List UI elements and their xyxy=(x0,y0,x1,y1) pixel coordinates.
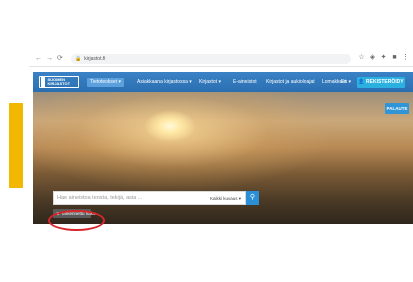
search-placeholder: Hae aineistoa teosta, tekijä, asia ... xyxy=(57,195,143,201)
search-button[interactable]: ⚲ xyxy=(246,191,259,205)
feedback-button[interactable]: PALAUTE xyxy=(385,103,409,114)
search-input[interactable]: Hae aineistoa teosta, tekijä, asia ... K… xyxy=(53,191,246,205)
yellow-bar xyxy=(9,103,23,188)
logo-text: SUOMEN KIRJASTOT xyxy=(47,77,71,86)
register-label: REKISTERÖIDY xyxy=(366,79,404,85)
website: SUOMEN KIRJASTOT Tietoteokset ▾ Asiakkaa… xyxy=(33,72,413,224)
language-selector[interactable]: En ▾ xyxy=(341,78,351,87)
reload-icon[interactable]: ⟳ xyxy=(57,54,63,63)
nav-item-kirjastot[interactable]: Kirjastot ▾ xyxy=(199,78,221,87)
lock-icon: 🔒 xyxy=(75,56,82,62)
nav-item-asiakkaana[interactable]: Asiakkaana kirjastossa ▾ xyxy=(137,78,192,87)
star-icon[interactable]: ☆ xyxy=(357,53,366,62)
nav-item-aukioloajat[interactable]: Kirjastot ja aukioloajat xyxy=(266,78,315,87)
extension-icon[interactable]: ◈ xyxy=(368,53,377,62)
back-arrow-icon[interactable]: ← xyxy=(35,54,42,63)
menu-icon[interactable]: ⋮ xyxy=(401,53,410,62)
top-navigation: SUOMEN KIRJASTOT Tietoteokset ▾ Asiakkaa… xyxy=(33,72,413,92)
nav-item-tietoteokset[interactable]: Tietoteokset ▾ xyxy=(87,78,124,87)
bookmark-icon[interactable]: ■ xyxy=(390,53,399,62)
browser-toolbar: ← → ⟳ 🔒 kirjastot.fi ☆ ◈ ✦ ■ ⋮ xyxy=(29,51,413,67)
url-text: kirjastot.fi xyxy=(84,56,106,62)
puzzle-icon[interactable]: ✦ xyxy=(379,53,388,62)
forward-arrow-icon[interactable]: → xyxy=(46,54,53,63)
logo-mark xyxy=(41,77,46,87)
search-icon: ⚲ xyxy=(249,194,256,201)
search-scope-select[interactable]: Kaikki kuvaus ▾ xyxy=(210,192,241,205)
register-button[interactable]: 👤 REKISTERÖIDY xyxy=(357,77,405,88)
highlight-circle xyxy=(48,210,105,231)
address-bar[interactable]: 🔒 kirjastot.fi xyxy=(71,54,351,64)
nav-item-e-aineistot[interactable]: E-aineistot xyxy=(233,78,257,87)
site-logo[interactable]: SUOMEN KIRJASTOT xyxy=(39,76,79,88)
